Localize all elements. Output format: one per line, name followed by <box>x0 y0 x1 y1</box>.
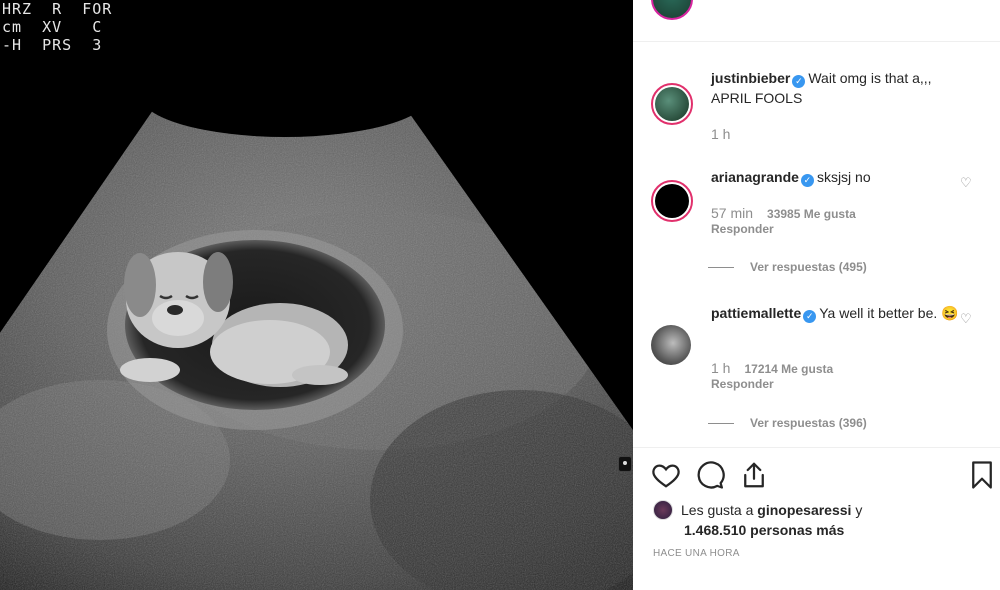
overlay-line: cm XV C <box>2 18 103 36</box>
camera-icon <box>618 456 632 472</box>
overlay-line: -H PRS 3 <box>2 36 103 54</box>
comment-likes[interactable]: 33985 Me gusta <box>767 207 856 221</box>
verified-badge-icon: ✓ <box>792 75 806 88</box>
divider <box>708 423 734 425</box>
post-actions: Les gusta a ginopesaressi y 1.468.510 pe… <box>633 447 1000 587</box>
avatar[interactable] <box>651 325 691 365</box>
comment-bubble-icon[interactable] <box>695 460 725 490</box>
comment-meta: 57 min 33985 Me gusta <box>711 205 856 221</box>
liker-avatar[interactable] <box>653 500 673 520</box>
scan-overlay-text: HRZ R FOR cm XV C -H PRS 3 <box>2 0 112 54</box>
comment-meta: 1 h <box>711 126 744 142</box>
liked-by-user[interactable]: ginopesaressi <box>757 502 851 518</box>
comment-meta: 1 h 17214 Me gusta <box>711 360 833 376</box>
overlay-line: HRZ R FOR <box>2 0 113 18</box>
share-icon[interactable] <box>739 460 769 490</box>
verified-badge-icon: ✓ <box>800 174 814 187</box>
divider <box>708 267 734 269</box>
verified-badge-icon: ✓ <box>803 310 817 323</box>
heart-icon[interactable]: ♡ <box>960 176 974 190</box>
view-replies-label: Ver respuestas (495) <box>750 260 867 274</box>
avatar[interactable] <box>651 83 693 125</box>
view-replies-label: Ver respuestas (396) <box>750 416 867 430</box>
liked-by-prefix: Les gusta a <box>681 502 758 518</box>
post-date[interactable]: HACE UNA HORA <box>653 548 740 559</box>
likes-summary: Les gusta a ginopesaressi y 1.468.510 pe… <box>653 500 862 540</box>
avatar[interactable] <box>651 180 693 222</box>
bookmark-icon[interactable] <box>967 460 997 490</box>
post-header <box>633 0 1000 42</box>
comment-text: arianagrande ✓ sksjsj no <box>711 167 961 187</box>
view-replies-button[interactable]: Ver respuestas (495) <box>708 260 867 274</box>
comment-text: justinbieber ✓ Wait omg is that a,,, APRIL… <box>711 68 961 108</box>
ultrasound-image <box>0 53 633 590</box>
comment-username[interactable]: arianagrande <box>711 169 799 185</box>
reply-button[interactable]: Responder <box>711 222 774 236</box>
reply-button[interactable]: Responder <box>711 377 774 391</box>
liked-count[interactable]: 1.468.510 personas más <box>653 520 862 540</box>
comments-panel: justinbieber ✓ Wait omg is that a,,, APRIL… <box>633 0 1000 590</box>
header-avatar[interactable] <box>651 0 693 20</box>
heart-icon[interactable] <box>651 460 681 490</box>
view-replies-button[interactable]: Ver respuestas (396) <box>708 416 867 430</box>
comment-time[interactable]: 57 min <box>711 205 753 221</box>
comment-username[interactable]: justinbieber <box>711 70 790 86</box>
comment-username[interactable]: pattiemallette <box>711 305 801 321</box>
comment-body: Ya well it better be. 😆 <box>819 305 959 321</box>
comment-text: pattiemallette ✓ Ya well it better be. 😆 <box>711 303 961 323</box>
comment-likes[interactable]: 17214 Me gusta <box>744 362 833 376</box>
liked-by-suffix: y <box>851 502 863 518</box>
comment-body: sksjsj no <box>816 169 871 185</box>
heart-icon[interactable]: ♡ <box>960 312 974 326</box>
comment-time[interactable]: 1 h <box>711 126 730 142</box>
comment-time[interactable]: 1 h <box>711 360 730 376</box>
post-image[interactable]: HRZ R FOR cm XV C -H PRS 3 <box>0 0 633 590</box>
